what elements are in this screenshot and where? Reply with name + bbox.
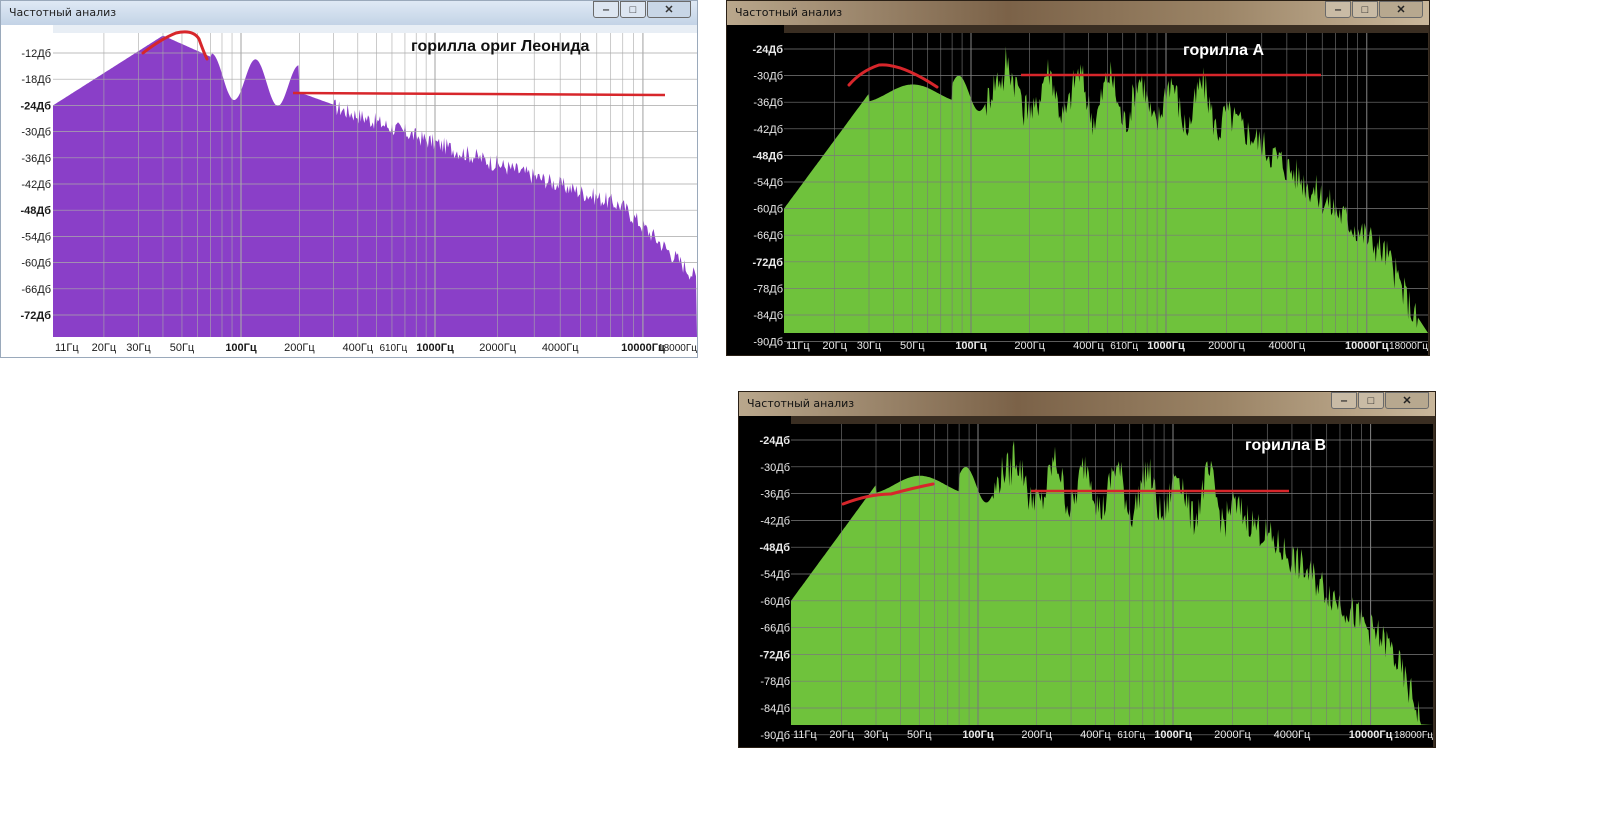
y-tick-label: -42Дб <box>760 515 790 527</box>
maximize-button[interactable]: □ <box>620 1 646 18</box>
maximize-button[interactable]: □ <box>1352 1 1378 18</box>
y-tick-label: -36Дб <box>21 153 51 165</box>
y-tick-label: -78Дб <box>753 283 783 295</box>
y-tick-label: -48Дб <box>752 150 783 162</box>
y-tick-label: -60Дб <box>21 258 51 270</box>
x-tick-label: 400Гц <box>342 342 373 354</box>
y-tick-label: -36Дб <box>760 489 790 501</box>
x-tick-label: 100Гц <box>225 342 257 354</box>
x-tick-label: 50Гц <box>170 342 195 354</box>
x-tick-label: 50Гц <box>907 729 932 741</box>
x-tick-label: 20Гц <box>822 340 847 352</box>
x-tick-label: 4000Гц <box>1274 729 1311 741</box>
y-tick-label: -54Дб <box>21 231 51 243</box>
x-tick-label: 400Гц <box>1073 340 1104 352</box>
y-tick-label: -72Дб <box>20 310 51 322</box>
spectrum-plot: -12Дб -18Дб -24Дб -30Дб -36Дб -42Дб -48Дб -54Дб… <box>1 25 697 357</box>
y-tick-label: -84Дб <box>753 310 783 322</box>
x-tick-label: 20Гц <box>829 729 854 741</box>
y-tick-label: -30Дб <box>760 462 790 474</box>
x-tick-label: 200Гц <box>1021 729 1052 741</box>
y-tick-label: -60Дб <box>753 204 783 216</box>
y-tick-label: -66Дб <box>753 230 783 242</box>
x-tick-label: 200Гц <box>1014 340 1045 352</box>
x-tick-label: 30Гц <box>126 342 151 354</box>
chart-label: горилла А <box>1183 42 1265 59</box>
close-button[interactable]: ✕ <box>1379 1 1423 18</box>
x-tick-label: 1000Гц <box>416 342 454 354</box>
x-tick-label: 4000Гц <box>1268 340 1305 352</box>
y-tick-label: -54Дб <box>760 569 790 581</box>
x-tick-label: 30Гц <box>864 729 889 741</box>
x-tick-label: 2000Гц <box>1214 729 1251 741</box>
spectrum-window-original: Частотный анализ ‒ □ ✕ -12Дб -18Дб -24Дб -3… <box>0 0 698 358</box>
y-tick-label: -30Дб <box>21 127 51 139</box>
y-tick-label: -30Дб <box>753 71 783 83</box>
y-tick-label: -78Дб <box>760 676 790 688</box>
y-tick-label: -48Дб <box>759 542 790 554</box>
y-tick-label: -60Дб <box>760 596 790 608</box>
x-tick-label: 610Гц <box>1117 730 1145 741</box>
y-tick-label: -84Дб <box>760 703 790 715</box>
x-tick-label: 20Гц <box>92 342 117 354</box>
x-tick-label: 18000Гц <box>658 343 697 354</box>
window-title: Частотный анализ <box>747 397 855 410</box>
y-tick-label: -90Дб <box>760 730 790 742</box>
y-tick-label: -24Дб <box>759 435 790 447</box>
y-tick-label: -36Дб <box>753 97 783 109</box>
x-tick-label: 18000Гц <box>1389 341 1428 352</box>
window-title: Частотный анализ <box>9 6 117 19</box>
x-tick-label: 10000Гц <box>1345 340 1389 352</box>
title-bar[interactable]: Частотный анализ ‒ □ ✕ <box>1 1 697 25</box>
y-tick-label: -42Дб <box>753 124 783 136</box>
spectrum-window-gorilla-b: Частотный анализ ‒ □ ✕ -24Дб -30Дб -36Дб -4… <box>738 391 1436 748</box>
y-tick-label: -66Дб <box>21 284 51 296</box>
x-tick-label: 10000Гц <box>1349 729 1393 741</box>
x-tick-label: 400Гц <box>1080 729 1111 741</box>
y-tick-label: -12Дб <box>21 48 51 60</box>
x-tick-label: 4000Гц <box>542 342 579 354</box>
x-tick-label: 11Гц <box>786 340 810 352</box>
close-button[interactable]: ✕ <box>1385 392 1429 409</box>
close-button[interactable]: ✕ <box>647 1 691 18</box>
spectrum-plot: -24Дб -30Дб -36Дб -42Дб -48Дб -54Дб -60Дб -66Дб… <box>727 25 1428 355</box>
window-title: Частотный анализ <box>735 6 843 19</box>
minimize-button[interactable]: ‒ <box>1331 392 1357 409</box>
x-tick-label: 11Гц <box>793 729 817 741</box>
chart-label: горилла ориг Леонида <box>411 38 590 55</box>
x-tick-label: 1000Гц <box>1147 340 1185 352</box>
y-tick-label: -18Дб <box>21 74 51 86</box>
maximize-button[interactable]: □ <box>1358 392 1384 409</box>
x-tick-label: 50Гц <box>900 340 925 352</box>
title-bar[interactable]: Частотный анализ ‒ □ ✕ <box>727 1 1429 25</box>
x-tick-label: 100Гц <box>955 340 987 352</box>
y-tick-label: -90Дб <box>753 337 783 349</box>
y-tick-label: -66Дб <box>760 623 790 635</box>
x-tick-label: 610Гц <box>379 343 407 354</box>
x-tick-label: 1000Гц <box>1154 729 1192 741</box>
title-bar[interactable]: Частотный анализ ‒ □ ✕ <box>739 392 1435 416</box>
x-tick-label: 200Гц <box>284 342 315 354</box>
spectrum-plot: -24Дб -30Дб -36Дб -42Дб -48Дб -54Дб -60Дб -66Дб… <box>739 416 1433 747</box>
spectrum-window-gorilla-a: Частотный анализ ‒ □ ✕ -24Дб -30Дб -36Дб -4… <box>726 0 1430 356</box>
chart-label: горилла В <box>1245 437 1326 454</box>
y-tick-label: -42Дб <box>21 179 51 191</box>
y-tick-label: -24Дб <box>752 44 783 56</box>
x-tick-label: 100Гц <box>962 729 994 741</box>
x-tick-label: 2000Гц <box>479 342 516 354</box>
x-tick-label: 30Гц <box>857 340 882 352</box>
y-tick-label: -48Дб <box>20 205 51 217</box>
x-tick-label: 610Гц <box>1110 341 1138 352</box>
y-tick-label: -24Дб <box>20 100 51 112</box>
minimize-button[interactable]: ‒ <box>593 1 619 18</box>
y-tick-label: -72Дб <box>759 649 790 661</box>
x-tick-label: 18000Гц <box>1394 730 1433 741</box>
y-tick-label: -72Дб <box>752 257 783 269</box>
x-tick-label: 11Гц <box>55 342 79 354</box>
x-tick-label: 2000Гц <box>1208 340 1245 352</box>
y-tick-label: -54Дб <box>753 177 783 189</box>
minimize-button[interactable]: ‒ <box>1325 1 1351 18</box>
